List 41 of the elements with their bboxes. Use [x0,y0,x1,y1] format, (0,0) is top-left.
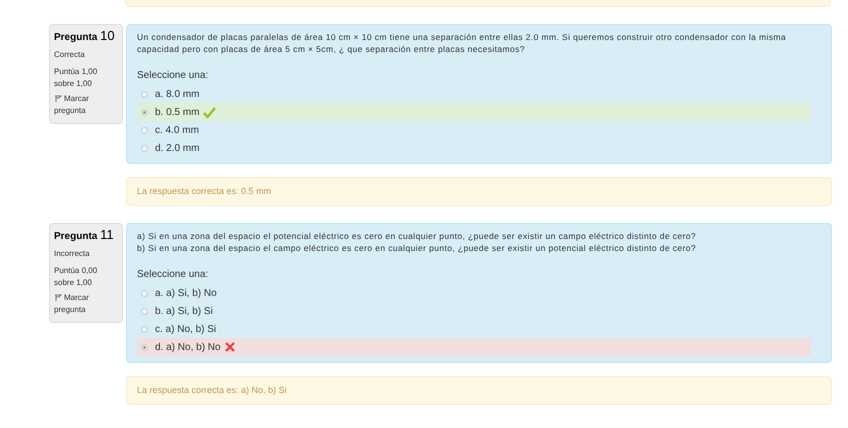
option-label: d. a) No, b) No [155,340,221,354]
answer-option[interactable]: d. a) No, b) No [137,338,811,356]
answer-option[interactable]: a. 8.0 mm [137,85,811,103]
answer-option[interactable]: d. 2.0 mm [137,139,811,157]
correct-answer-text: La respuesta correcta es: a) No, b) Si [137,384,287,397]
option-label: b. 0.5 mm [155,106,200,120]
answer-option[interactable]: a. a) Si, b) No [137,284,811,302]
radio-button[interactable] [141,144,148,152]
option-label: a. a) Si, b) No [155,286,217,300]
option-label: a. 8.0 mm [155,88,200,102]
question-score: Puntúa 1,00 sobre 1,00 [54,66,98,90]
flag-question-link[interactable]: Marcar pregunta [54,93,118,117]
correct-answer-text: La respuesta correcta es: 0.5 mm [137,184,272,198]
answer-option[interactable]: c. a) No, b) Si [137,320,811,338]
radio-button[interactable] [141,126,148,134]
question-number: Pregunta 10 [54,29,116,43]
option-label: c. a) No, b) Si [155,322,216,336]
radio-button[interactable] [141,344,148,350]
select-prompt: Seleccione una: [137,69,210,83]
flag-question-link[interactable]: Marcar pregunta [54,292,118,316]
option-label: c. 4.0 mm [155,124,199,138]
radio-button[interactable] [141,290,148,296]
option-label: d. 2.0 mm [155,142,200,156]
question-text: Un condensador de placas paralelas de área 10 cm × 10 cm tiene una separación entre ellas 2.0 mm. Si queremos construir otro condensador con la misma capacidad pero con placas de área 5 cm × 5cm, ¿ que separación entre placas necesitamos? [137,31,788,55]
select-prompt: Seleccione una: [137,268,210,282]
question-text: b) Si en una zona del espacio el campo eléctrico es cero en cualquier punto, ¿puede ser existir un potencial eléctrico distinto de cero? [137,242,698,254]
question-status: Correcta [54,49,86,61]
question-score: Puntúa 0,00 sobre 1,00 [54,265,98,289]
radio-button[interactable] [141,90,148,98]
answer-option[interactable]: c. 4.0 mm [137,121,811,139]
radio-button[interactable] [141,108,148,116]
answer-option[interactable]: b. 0.5 mm [137,103,811,121]
flag-icon [54,95,62,102]
question-number: Pregunta 11 [54,228,115,242]
answer-option[interactable]: b. a) Si, b) Si [137,302,811,320]
question-status: Incorrecta [54,248,91,260]
radio-button[interactable] [141,308,148,314]
option-label: b. a) Si, b) Si [155,304,213,318]
flag-icon [54,294,62,302]
question-text: a) Si en una zona del espacio el potencial eléctrico es cero en cualquier punto, ¿puede ser existir un campo eléctrico distinto de cero? [137,230,698,242]
radio-button[interactable] [141,326,148,332]
